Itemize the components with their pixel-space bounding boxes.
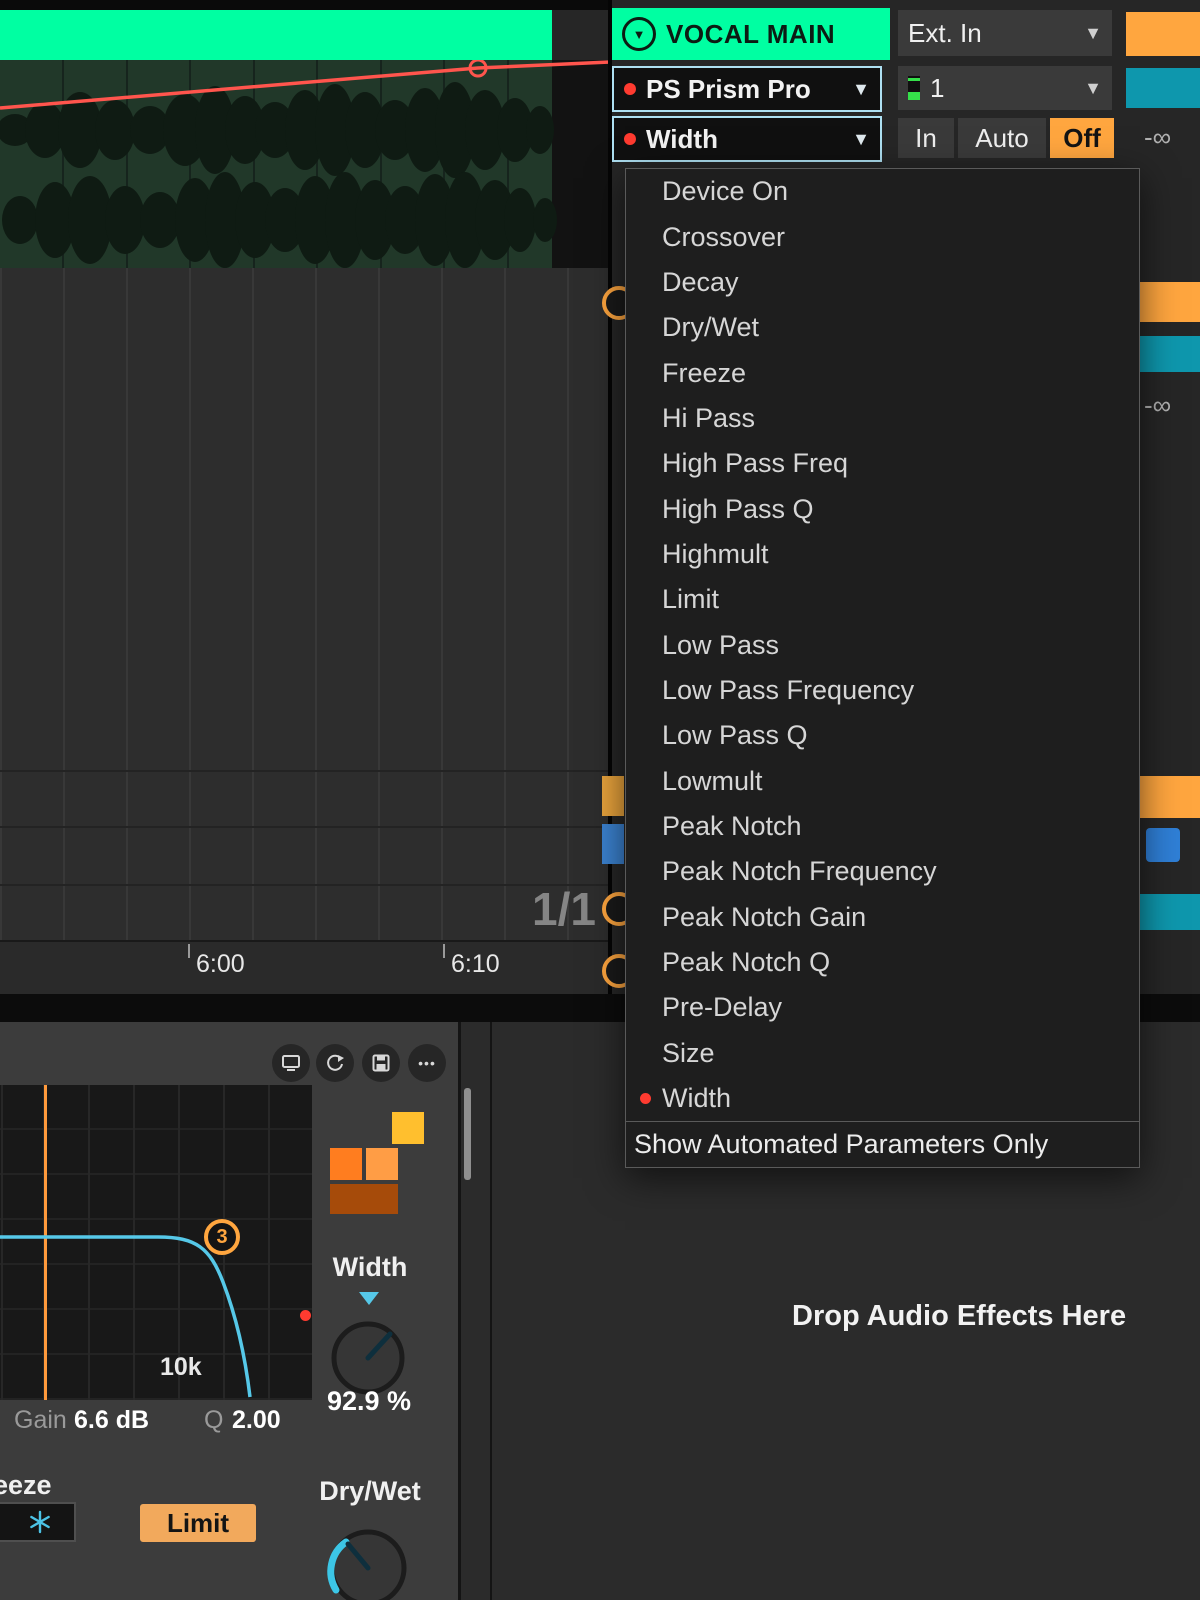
automation-parameter-chooser[interactable]: Width ▼ — [612, 116, 882, 162]
menu-item-high-pass-q[interactable]: High Pass Q — [626, 486, 1139, 531]
save-icon — [372, 1054, 390, 1072]
menu-item-low-pass[interactable]: Low Pass — [626, 622, 1139, 667]
save-preset-button[interactable] — [362, 1044, 400, 1082]
monitor-in-button[interactable]: In — [898, 118, 954, 158]
filter-curve — [0, 1085, 312, 1400]
top-black-bar — [0, 0, 612, 10]
timeline-ruler[interactable] — [0, 940, 610, 996]
track-fold-icon[interactable]: ▼ — [622, 17, 656, 51]
mixer-cell-orange[interactable] — [1126, 12, 1200, 56]
menu-item-freeze[interactable]: Freeze — [626, 350, 1139, 395]
menu-item-peak-notch-gain[interactable]: Peak Notch Gain — [626, 895, 1139, 940]
mixer-cell-teal[interactable] — [1140, 894, 1200, 930]
gain-label: Gain — [14, 1406, 67, 1435]
menu-item-high-pass-freq[interactable]: High Pass Freq — [626, 441, 1139, 486]
width-knob-label: Width — [300, 1252, 440, 1283]
automation-parameter-menu: Device On Crossover Decay Dry/Wet Freeze… — [625, 168, 1140, 1168]
channel-meter-icon — [908, 76, 920, 100]
mixer-cell-blue[interactable] — [1146, 828, 1180, 862]
ableton-arrangement-view: 1/1 6:00 6:10 ▼ VOCAL MAIN Ext. In ▼ PS … — [0, 0, 1200, 1600]
volume-readout[interactable]: -∞ — [1144, 390, 1171, 421]
menu-item-highmult[interactable]: Highmult — [626, 532, 1139, 577]
menu-item-low-pass-q[interactable]: Low Pass Q — [626, 713, 1139, 758]
menu-item-size[interactable]: Size — [626, 1031, 1139, 1076]
freeze-label: Freeze — [0, 1470, 96, 1501]
snowflake-icon — [28, 1510, 52, 1534]
menu-item-crossover[interactable]: Crossover — [626, 214, 1139, 259]
width-value[interactable]: 92.9 % — [312, 1386, 426, 1417]
drop-zone-label: Drop Audio Effects Here — [792, 1300, 1200, 1333]
hot-swap-button[interactable] — [316, 1044, 354, 1082]
chevron-down-icon: ▼ — [1084, 78, 1102, 99]
macro-pad-yellow[interactable] — [392, 1112, 424, 1144]
vertical-scrollbar[interactable] — [464, 1088, 471, 1180]
track-lane-divider — [0, 826, 610, 828]
loop-length-indicator: 1/1 — [492, 882, 596, 936]
filter-band-3-handle[interactable]: 3 — [204, 1219, 240, 1255]
menu-item-pre-delay[interactable]: Pre-Delay — [626, 985, 1139, 1030]
input-type-chooser[interactable]: Ext. In ▼ — [898, 10, 1112, 56]
track-lane-divider — [0, 770, 610, 772]
frequency-readout: 10k — [160, 1353, 202, 1382]
arrangement-grid[interactable] — [0, 268, 610, 940]
automation-dot — [640, 1093, 651, 1104]
automation-device-chooser[interactable]: PS Prism Pro ▼ — [612, 66, 882, 112]
menu-item-dry-wet[interactable]: Dry/Wet — [626, 305, 1139, 350]
chevron-down-icon: ▼ — [1084, 23, 1102, 44]
timeline-tick — [188, 944, 190, 958]
show-in-plugin-window-button[interactable] — [272, 1044, 310, 1082]
audio-clip-header[interactable] — [0, 10, 552, 60]
menu-item-width[interactable]: Width — [626, 1076, 1139, 1121]
timeline-tick — [443, 944, 445, 958]
drywet-knob[interactable] — [324, 1520, 412, 1600]
menu-item-device-on[interactable]: Device On — [626, 169, 1139, 214]
macro-pad-orange[interactable] — [330, 1148, 362, 1180]
sync-arrows-icon — [325, 1053, 345, 1073]
menu-item-peak-notch[interactable]: Peak Notch — [626, 804, 1139, 849]
chevron-down-icon: ▼ — [852, 129, 870, 150]
menu-item-limit[interactable]: Limit — [626, 577, 1139, 622]
audio-waveform[interactable] — [0, 60, 610, 268]
mixer-cell-teal[interactable] — [1126, 68, 1200, 108]
track-title-bar[interactable]: ▼ VOCAL MAIN — [612, 8, 890, 60]
limit-button[interactable]: Limit — [140, 1504, 256, 1542]
menu-item-low-pass-frequency[interactable]: Low Pass Frequency — [626, 668, 1139, 713]
automation-value-marker — [359, 1292, 379, 1305]
q-label: Q — [204, 1406, 223, 1435]
macro-pad-dark-orange[interactable] — [330, 1184, 398, 1214]
q-value[interactable]: 2.00 — [232, 1406, 281, 1435]
macro-pad-light-orange[interactable] — [366, 1148, 398, 1180]
more-options-button[interactable]: ••• — [408, 1044, 446, 1082]
menu-item-peak-notch-frequency[interactable]: Peak Notch Frequency — [626, 849, 1139, 894]
menu-footer-show-automated[interactable]: Show Automated Parameters Only — [626, 1121, 1139, 1167]
gain-value[interactable]: 6.6 dB — [74, 1406, 149, 1435]
input-channel-chooser[interactable]: 1 ▼ — [898, 66, 1112, 110]
automation-active-dot — [624, 83, 636, 95]
partial-clip-color — [602, 824, 624, 864]
volume-readout[interactable]: -∞ — [1144, 122, 1171, 153]
mixer-cell-orange[interactable] — [1140, 282, 1200, 322]
track-name: VOCAL MAIN — [666, 19, 835, 50]
ellipsis-icon: ••• — [418, 1055, 436, 1071]
automation-active-dot — [624, 133, 636, 145]
display-icon — [281, 1054, 301, 1072]
menu-item-peak-notch-q[interactable]: Peak Notch Q — [626, 940, 1139, 985]
chevron-down-icon: ▼ — [852, 79, 870, 100]
monitor-off-button[interactable]: Off — [1050, 118, 1114, 158]
timeline-label: 6:10 — [451, 950, 500, 979]
monitor-auto-button[interactable]: Auto — [958, 118, 1046, 158]
partial-clip-color — [602, 776, 624, 816]
drywet-knob-label: Dry/Wet — [298, 1476, 442, 1507]
mixer-cell-teal[interactable] — [1140, 336, 1200, 372]
mixer-cell-orange[interactable] — [1140, 776, 1200, 818]
timeline-label: 6:00 — [196, 950, 245, 979]
freeze-toggle[interactable] — [0, 1502, 76, 1542]
menu-item-lowmult[interactable]: Lowmult — [626, 758, 1139, 803]
menu-item-decay[interactable]: Decay — [626, 260, 1139, 305]
menu-item-hi-pass[interactable]: Hi Pass — [626, 396, 1139, 441]
